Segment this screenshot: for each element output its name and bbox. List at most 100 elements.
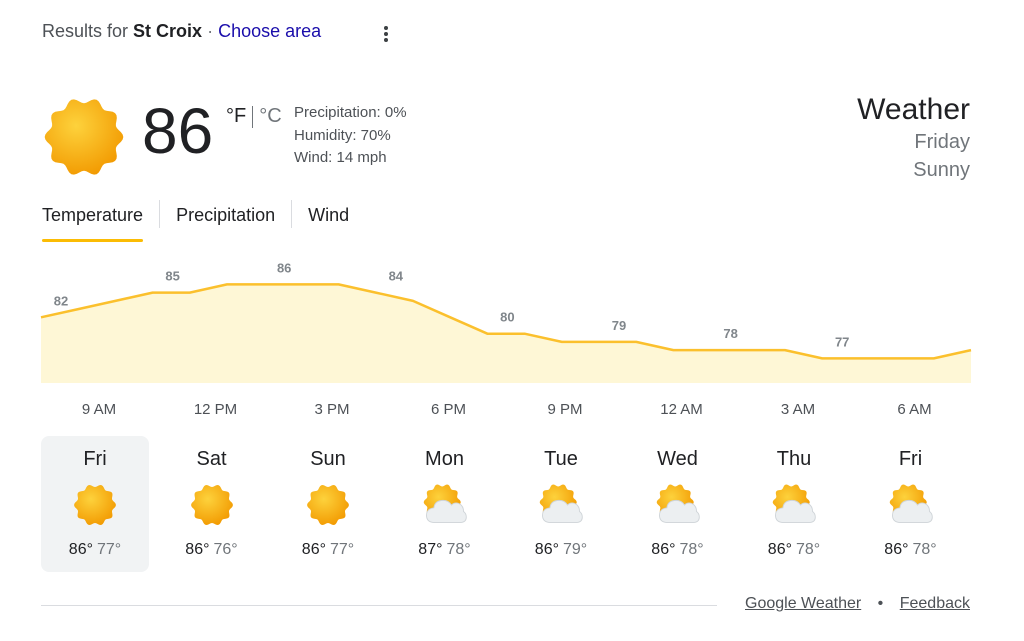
sunny-icon [190,484,233,526]
more-options-icon[interactable] [376,22,396,46]
forecast-temps: 86° 78° [624,541,732,559]
tab-divider [291,200,293,228]
hour-label: 6 PM [430,401,466,418]
hour-label: 9 PM [547,401,583,418]
forecast-day[interactable]: Mon 87° 78° [391,436,499,572]
data-label: 85 [165,269,179,284]
forecast-temps: 86° 78° [857,541,965,559]
sunny-icon [307,484,349,526]
sun-shape [74,484,116,526]
partly-cloudy-icon [656,484,700,524]
hour-axis: 9 AM 12 PM 3 PM 6 PM 9 PM 12 AM 3 AM 6 AM [41,401,971,421]
humidity-detail: Humidity: 70% [294,126,391,144]
sunny-icon [44,99,124,175]
forecast-day[interactable]: Fri 86° 78° [857,436,965,572]
high-temp: 86° [767,541,792,558]
low-temp: 76° [213,541,238,558]
forecast-day[interactable]: Fri 86° 77° [41,436,149,572]
celsius-toggle[interactable]: °C [259,105,281,128]
fahrenheit-toggle[interactable]: °F [226,105,246,128]
forecast-day-name: Fri [898,448,923,470]
temperature-chart: 82 85 86 84 80 79 78 77 [40,260,972,383]
sunny-icon [74,484,116,526]
current-condition: Sunny [913,159,970,181]
weather-summary: Weather Friday Sunny [857,92,970,184]
forecast-temps: 86° 76° [158,541,266,559]
low-temp: 77° [97,541,122,558]
precipitation-detail: Precipitation: 0% [294,104,407,121]
header-separator: · [207,21,214,41]
high-temp: 86° [301,541,326,558]
footer-divider [41,605,717,606]
forecast-temps: 87° 78° [391,541,499,559]
wind-detail: Wind: 14 mph [294,149,387,166]
tab-wind[interactable]: Wind [308,200,349,242]
footer-dot: • [877,595,884,612]
forecast-day-name: Sat [196,448,227,470]
low-temp: 78° [912,541,937,558]
sun-shape [44,99,124,175]
data-label: 84 [389,269,404,284]
current-details: Precipitation: 0% Humidity: 70% Wind: 14… [294,102,407,170]
current-day: Friday [914,131,970,153]
chart-tabs: Temperature Precipitation Wind [42,200,349,242]
data-label: 80 [500,310,514,325]
data-label: 78 [723,326,737,341]
choose-area-link[interactable]: Choose area [218,21,321,41]
forecast-temps: 86° 79° [507,541,615,559]
low-temp: 78° [446,541,471,558]
high-temp: 86° [534,541,559,558]
forecast-day[interactable]: Tue 86° 79° [507,436,615,572]
forecast-temps: 86° 77° [41,541,149,559]
data-label: 82 [54,293,68,308]
results-header: Results for St Croix · Choose area [42,21,321,42]
low-temp: 79° [563,541,588,558]
hour-label: 6 AM [897,401,932,418]
daily-forecast: Fri 86° 77° Sat 86° 76° Sun 86° 77° Mon 87° 78° Tue 8… [41,436,971,572]
partly-cloudy-icon [772,484,816,524]
forecast-day[interactable]: Thu 86° 78° [740,436,848,572]
forecast-day-name: Thu [776,448,812,470]
partly-cloudy-icon [423,484,467,524]
location-name: St Croix [133,21,203,41]
forecast-day-name: Mon [425,448,464,470]
forecast-day-name: Tue [544,448,578,470]
data-label: 86 [277,260,291,275]
forecast-day-name: Fri [83,448,107,470]
high-temp: 86° [651,541,676,558]
sun-shape [190,484,233,526]
low-temp: 78° [679,541,704,558]
feedback-link[interactable]: Feedback [900,595,970,612]
low-temp: 78° [796,541,821,558]
hour-label: 9 AM [81,401,117,418]
unit-divider [252,105,254,128]
google-weather-link[interactable]: Google Weather [745,595,861,612]
high-temp: 86° [68,541,93,558]
current-temperature: 86 [142,95,214,167]
partly-cloudy-icon [889,484,933,524]
results-prefix: Results for [42,21,129,41]
high-temp: 87° [418,541,443,558]
forecast-day-name: Sun [310,448,346,470]
tab-temperature[interactable]: Temperature [42,200,144,242]
forecast-day-name: Wed [657,448,698,470]
unit-toggle: °F °C [226,105,282,128]
hour-label: 12 AM [660,401,703,418]
partly-cloudy-icon [539,484,583,524]
hour-label: 3 AM [780,401,816,418]
data-label: 77 [835,334,849,349]
hour-label: 12 PM [193,401,238,418]
weather-title: Weather [857,93,970,126]
footer: Google Weather • Feedback [745,595,970,613]
sun-shape [307,484,349,526]
forecast-day[interactable]: Wed 86° 78° [624,436,732,572]
low-temp: 77° [330,541,355,558]
hour-label: 3 PM [314,401,350,418]
high-temp: 86° [185,541,210,558]
forecast-temps: 86° 77° [274,541,382,559]
tab-precipitation[interactable]: Precipitation [176,200,275,242]
forecast-day[interactable]: Sun 86° 77° [274,436,382,572]
high-temp: 86° [884,541,909,558]
forecast-day[interactable]: Sat 86° 76° [158,436,266,572]
data-label: 79 [612,318,626,333]
